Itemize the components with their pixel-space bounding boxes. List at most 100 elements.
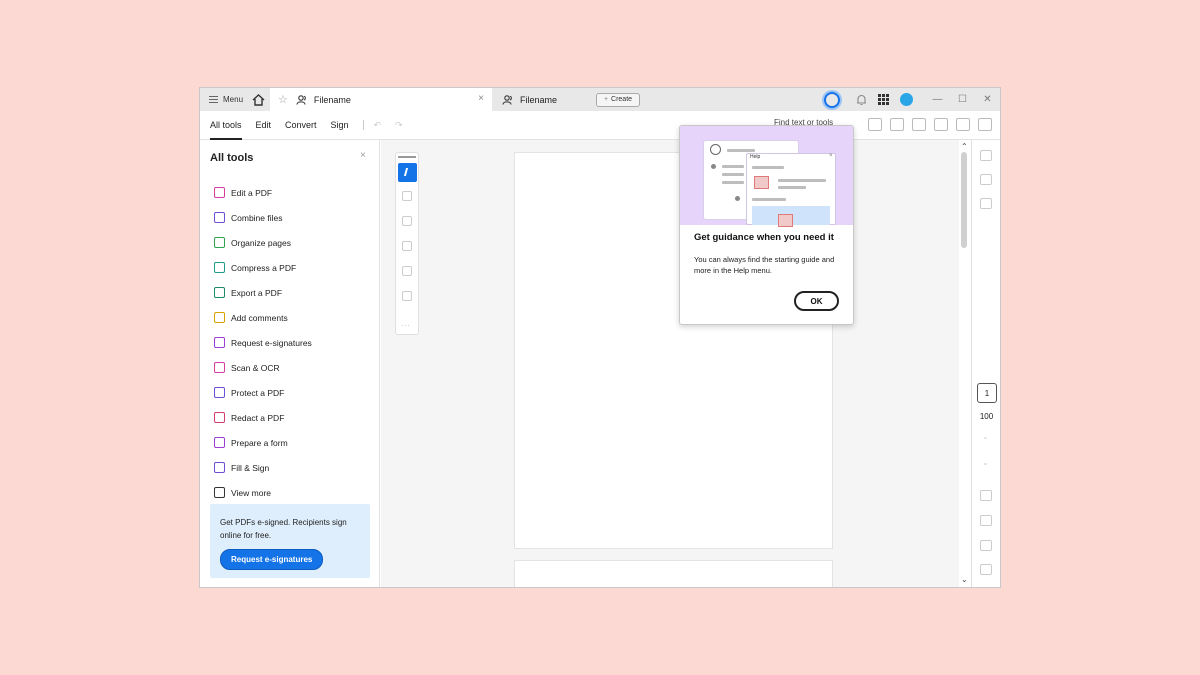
tool-label: Prepare a form (231, 437, 288, 448)
prepare-form-icon (214, 437, 225, 448)
comment-tool-icon[interactable] (402, 191, 412, 201)
tool-item[interactable]: Fill & Sign (214, 455, 312, 480)
app-window: Menu ☆ Filename × Filename + Create — ☐ … (199, 87, 1001, 588)
page-fit-icon[interactable] (980, 515, 992, 526)
save-icon[interactable] (890, 118, 904, 131)
tool-item[interactable]: Add comments (214, 305, 312, 330)
right-rail: 1 100 ⌃ ⌄ (971, 140, 1000, 587)
link-icon[interactable] (934, 118, 948, 131)
tool-item[interactable]: Scan & OCR (214, 355, 312, 380)
tool-item[interactable]: Export a PDF (214, 280, 312, 305)
zoom-out-icon[interactable] (980, 564, 992, 575)
close-window-button[interactable]: ✕ (975, 94, 1000, 105)
tab-all-tools[interactable]: All tools (210, 111, 242, 140)
popup-title: Get guidance when you need it (694, 232, 834, 243)
notifications-button[interactable] (854, 93, 868, 107)
request-esignatures-icon (214, 337, 225, 348)
chevron-up-icon[interactable]: ⌃ (982, 436, 989, 445)
tool-item[interactable]: View more (214, 480, 312, 505)
illustration-line (752, 166, 784, 169)
upload-icon[interactable] (868, 118, 882, 131)
bookmarks-icon[interactable] (980, 174, 992, 185)
undo-icon[interactable]: ↶ (374, 120, 382, 131)
tab-sign[interactable]: Sign (331, 111, 349, 140)
title-bar: Menu ☆ Filename × Filename + Create — ☐ … (200, 88, 1000, 111)
tool-item[interactable]: Prepare a form (214, 430, 312, 455)
ok-button[interactable]: OK (794, 291, 839, 311)
plus-icon: + (603, 96, 609, 103)
tool-label: Combine files (231, 212, 283, 223)
drag-handle[interactable] (398, 156, 416, 158)
tool-label: Export a PDF (231, 287, 283, 298)
tab-filename-1[interactable]: ☆ Filename × (270, 88, 492, 111)
close-panel-icon[interactable]: × (360, 150, 366, 161)
document-viewer: ... (381, 140, 959, 587)
scroll-up-icon[interactable]: ⌃ (961, 142, 968, 151)
tool-item[interactable]: Request e-signatures (214, 330, 312, 355)
menu-button[interactable]: Menu (200, 88, 246, 111)
toolbar-divider (362, 120, 364, 130)
draw-tool-icon[interactable] (402, 241, 412, 251)
rotate-icon[interactable] (980, 490, 992, 501)
ai-assistant-icon[interactable] (956, 118, 970, 131)
text-tool-icon[interactable] (402, 266, 412, 276)
illustration-line (722, 181, 744, 184)
create-button[interactable]: + Create (596, 92, 640, 107)
page-number-field[interactable]: 1 (977, 383, 997, 403)
shared-users-icon (296, 94, 306, 105)
zoom-in-icon[interactable] (980, 540, 992, 551)
star-icon[interactable]: ☆ (278, 93, 288, 106)
tool-item[interactable]: Redact a PDF (214, 405, 312, 430)
toolbar-actions (860, 118, 992, 131)
tool-item[interactable]: Organize pages (214, 230, 312, 255)
toolbar: All tools Edit Convert Sign ↶ ↷ Find tex… (200, 111, 1000, 140)
tool-item[interactable]: Protect a PDF (214, 380, 312, 405)
combine-files-icon (214, 212, 225, 223)
mail-icon[interactable] (978, 118, 992, 131)
select-tool-button[interactable] (398, 163, 417, 182)
more-tools-icon[interactable]: ... (401, 319, 411, 328)
sign-tool-icon[interactable] (402, 291, 412, 301)
home-button[interactable] (246, 88, 270, 111)
edit-pdf-icon (214, 187, 225, 198)
maximize-button[interactable]: ☐ (950, 94, 975, 105)
minimize-button[interactable]: — (925, 94, 950, 105)
tab-filename-2[interactable]: Filename (492, 88, 588, 111)
tool-item[interactable]: Edit a PDF (214, 180, 312, 205)
chevron-down-icon[interactable]: ⌄ (982, 458, 989, 467)
illustration-line (778, 179, 826, 182)
redo-icon[interactable]: ↷ (395, 120, 403, 131)
illustration-image-icon (754, 176, 769, 189)
help-ring-icon[interactable] (824, 91, 840, 108)
protect-pdf-icon (214, 387, 225, 398)
scroll-down-icon[interactable]: ⌄ (961, 575, 968, 584)
scroll-thumb[interactable] (961, 152, 967, 248)
apps-grid-icon[interactable] (878, 93, 890, 106)
promo-card: Get PDFs e-signed. Recipients sign onlin… (210, 504, 370, 578)
tab-convert[interactable]: Convert (285, 111, 317, 140)
export-pdf-icon (214, 287, 225, 298)
thumbnails-icon[interactable] (980, 198, 992, 209)
highlight-tool-icon[interactable] (402, 216, 412, 226)
tool-item[interactable]: Combine files (214, 205, 312, 230)
illustration-line (752, 198, 786, 201)
quick-tools-rail: ... (395, 152, 419, 335)
pdf-page[interactable] (514, 560, 833, 587)
popup-body: You can always find the starting guide a… (694, 255, 835, 275)
popup-illustration: Help × (680, 126, 853, 227)
tools-list: Edit a PDF Combine files Organize pages Com… (214, 180, 312, 505)
close-tab-icon[interactable]: × (478, 93, 484, 104)
create-label: Create (611, 96, 633, 103)
zoom-level[interactable]: 100 (972, 412, 1000, 421)
avatar[interactable] (900, 93, 913, 106)
tool-label: Redact a PDF (231, 412, 285, 423)
print-icon[interactable] (912, 118, 926, 131)
tool-item[interactable]: Compress a PDF (214, 255, 312, 280)
vertical-scrollbar[interactable]: ⌃ ⌄ (959, 140, 971, 587)
request-esignatures-button[interactable]: Request e-signatures (220, 549, 324, 570)
comments-panel-icon[interactable] (980, 150, 992, 161)
bell-icon (856, 94, 866, 105)
tool-label: Compress a PDF (231, 262, 297, 273)
add-comments-icon (214, 312, 225, 323)
tab-edit[interactable]: Edit (256, 111, 272, 140)
